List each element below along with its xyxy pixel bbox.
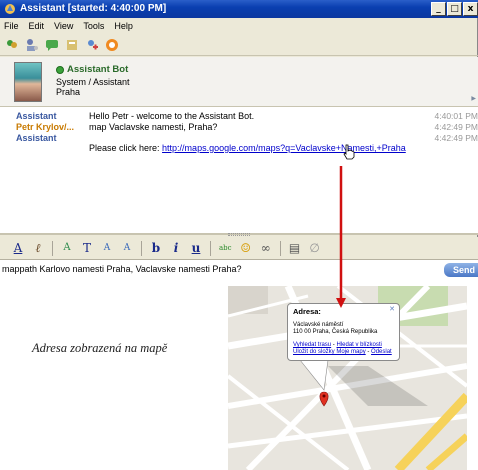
menu-view[interactable]: View [54, 21, 73, 31]
popup-close-icon[interactable]: ✕ [389, 306, 395, 313]
chat-log[interactable]: Assistant Hello Petr - welcome to the As… [0, 107, 478, 235]
emoticon-icon[interactable]: ☺ [240, 241, 252, 255]
text-size-icon[interactable]: T [81, 241, 93, 255]
chat-message: Petr Krylov/... map Vaclavske namesti, P… [0, 122, 478, 133]
minimize-button[interactable]: _ [431, 2, 446, 16]
contact-name: Assistant Bot [67, 64, 129, 75]
figure-caption: Adresa zobrazená na mapě [32, 341, 168, 355]
message-time: 4:40:01 PM [434, 111, 478, 121]
map-info-popup: ✕ Adresa: Václavské náměstí 110 00 Praha… [287, 303, 400, 361]
menu-bar: File Edit View Tools Help [0, 18, 478, 34]
shrink-font-icon[interactable]: A [121, 241, 133, 255]
maximize-button[interactable]: □ [447, 2, 462, 16]
toolbar-divider [210, 240, 211, 256]
message-text: map Vaclavske namesti, Praha? [89, 122, 218, 132]
expand-arrow-icon[interactable]: ▶ [471, 95, 476, 102]
popup-street: Václavské náměstí [293, 322, 344, 328]
menu-file[interactable]: File [4, 21, 19, 31]
assistant-app-icon [5, 4, 15, 14]
message-text: Hello Petr - welcome to the Assistant Bo… [89, 111, 255, 121]
message-time: 4:42:49 PM [434, 122, 478, 132]
link-icon[interactable]: ∞ [260, 241, 272, 255]
map-view[interactable]: ✕ Adresa: Václavské náměstí 110 00 Praha… [228, 286, 467, 470]
menu-edit[interactable]: Edit [29, 21, 45, 31]
hand-cursor-icon [343, 144, 355, 160]
contact-header: Assistant Bot System / Assistant Praha ▶ [0, 57, 478, 107]
history-icon[interactable] [65, 38, 79, 52]
message-time: 4:42:49 PM [434, 133, 478, 143]
nearby-link[interactable]: Hledat v blízkosti [336, 342, 381, 348]
title-bar[interactable]: Assistant [started: 4:40:00 PM] _ □ x [0, 0, 478, 18]
close-button[interactable]: x [463, 2, 478, 16]
spellcheck-icon[interactable]: abc [219, 241, 232, 255]
add-contact-icon[interactable] [85, 38, 99, 52]
user-settings-icon[interactable] [25, 38, 39, 52]
menu-tools[interactable]: Tools [83, 21, 104, 31]
popup-city: 110 00 Praha, Česká Republika [293, 329, 378, 335]
toolbar-divider [141, 240, 142, 256]
pen-icon[interactable]: ℓ [32, 241, 44, 255]
send-button[interactable]: Send [444, 263, 478, 277]
contact-city: Praha [56, 87, 81, 97]
menu-help[interactable]: Help [114, 21, 133, 31]
people-icon[interactable] [5, 38, 19, 52]
splitter-grip[interactable] [228, 233, 250, 236]
route-link[interactable]: Vyhledat trasu [293, 342, 331, 348]
font-icon[interactable]: A [61, 241, 73, 255]
message-sender: Petr Krylov/... [16, 122, 75, 132]
main-toolbar [0, 34, 478, 56]
contact-group: System / Assistant [56, 77, 130, 87]
bold-button[interactable]: b [150, 241, 162, 255]
attachment-icon[interactable]: ∅ [309, 241, 321, 255]
save-link[interactable]: Uložit do složky Moje mapy [293, 349, 366, 355]
send-link[interactable]: Odeslat [371, 349, 392, 355]
italic-button[interactable]: i [170, 241, 182, 255]
format-toolbar: A ℓ A T A A b i u abc ☺ ∞ ▤ ∅ [0, 237, 478, 259]
toolbar-divider [52, 240, 53, 256]
font-color-icon[interactable]: A [12, 241, 24, 255]
status-icon[interactable] [105, 38, 119, 52]
popup-title: Adresa: [293, 307, 321, 316]
message-link-line: Please click here: http://maps.google.co… [89, 143, 406, 153]
message-sender: Assistant [16, 111, 57, 121]
avatar [14, 62, 42, 102]
underline-button[interactable]: u [190, 241, 202, 255]
message-sender: Assistant [16, 133, 57, 143]
assistant-window: Assistant [started: 4:40:00 PM] _ □ x Fi… [0, 0, 478, 316]
message-input[interactable]: mappath Karlovo namesti Praha, Vaclavske… [2, 264, 241, 274]
link-prefix: Please click here: [89, 143, 163, 153]
toolbar-divider [279, 240, 281, 256]
maps-link[interactable]: http://maps.google.com/maps?q=Vaclavske+… [162, 143, 406, 153]
grow-font-icon[interactable]: A [101, 241, 113, 255]
insert-image-icon[interactable]: ▤ [289, 241, 301, 255]
chat-icon[interactable] [45, 38, 59, 52]
chat-message: Assistant Hello Petr - welcome to the As… [0, 111, 478, 122]
window-title: Assistant [started: 4:40:00 PM] [20, 3, 167, 14]
online-status-icon [56, 66, 64, 74]
